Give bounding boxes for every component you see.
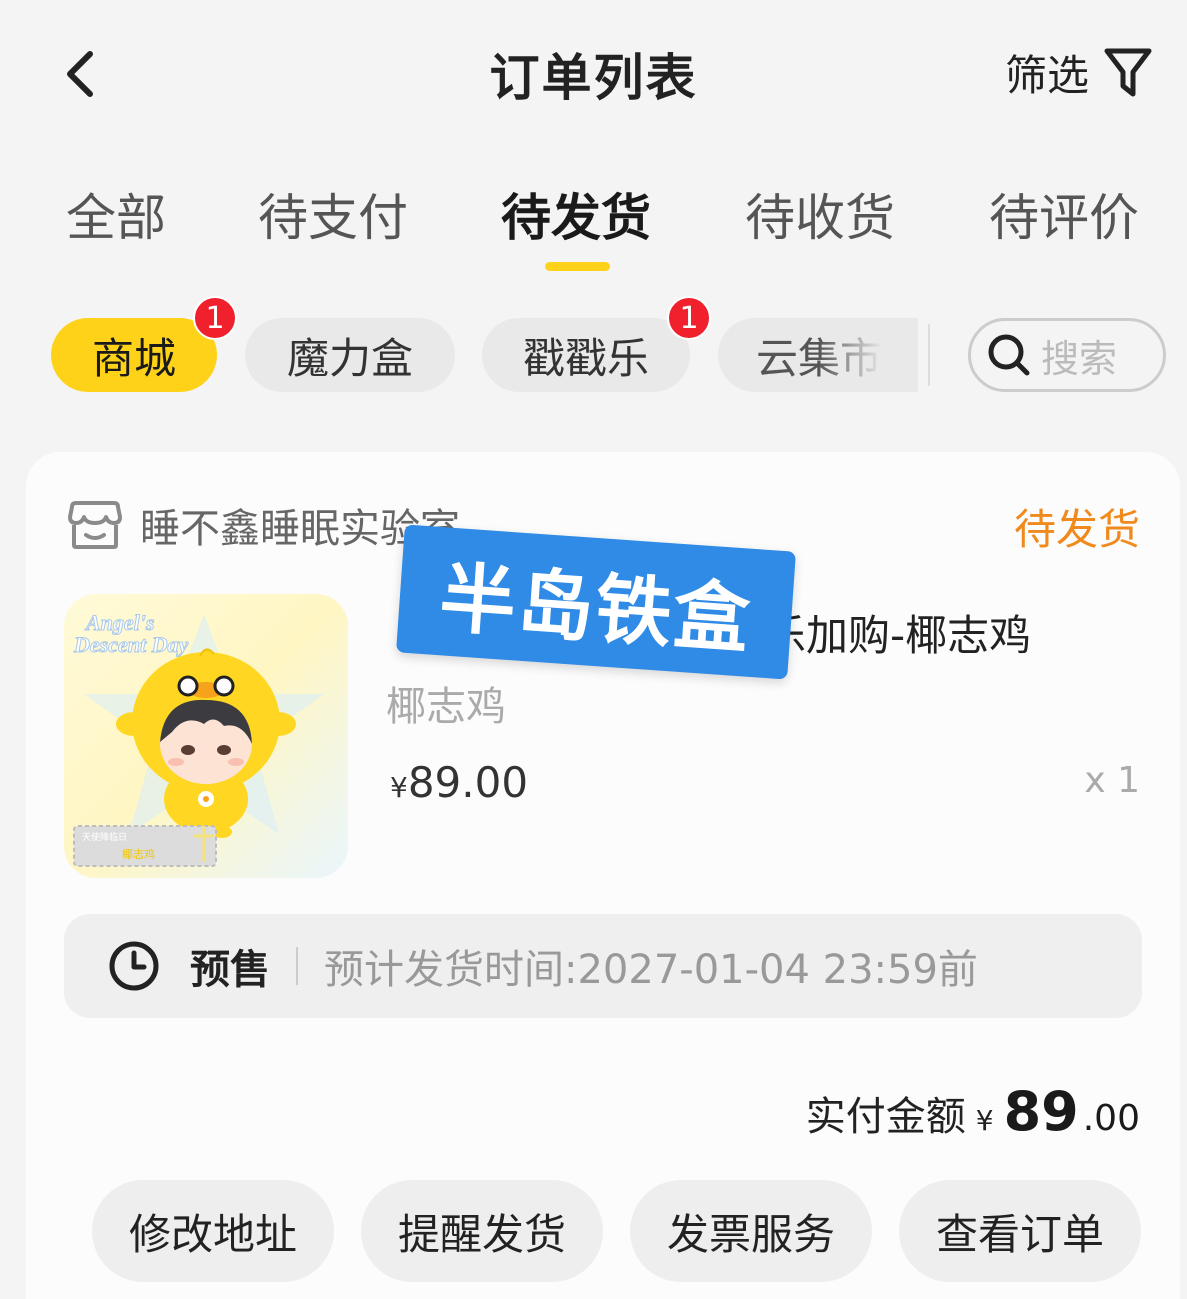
order-actions: 修改地址 提醒发货 发票服务 查看订单 [92, 1180, 1142, 1284]
product-image[interactable]: Angel's Descent Day 天使降临日 椰志鸡 [64, 594, 348, 878]
product-quantity: x 1 [1084, 760, 1140, 801]
image-name: 椰志鸡 [122, 847, 155, 861]
tab-pending-shipment[interactable]: 待发货 [501, 178, 651, 250]
category-chips: 商城 1 魔力盒 戳戳乐 1 云集市 搜索 [0, 296, 1187, 394]
order-total: 实付金额 ¥ 89 .00 [806, 1080, 1140, 1143]
estimated-ship-time: 预计发货时间:2027-01-04 23:59前 [324, 947, 978, 993]
search-icon [988, 334, 1030, 376]
product-price: ¥89.00 [390, 758, 528, 807]
presale-divider [296, 947, 298, 985]
chip-poke-fun[interactable]: 戳戳乐 [482, 318, 690, 392]
price-currency: ¥ [390, 771, 408, 804]
modify-address-button[interactable]: 修改地址 [92, 1180, 334, 1282]
total-decimal: .00 [1082, 1098, 1140, 1139]
presale-info: 预售 预计发货时间:2027-01-04 23:59前 [64, 914, 1142, 1018]
total-currency: ¥ [975, 1104, 994, 1137]
chip-poke-fun-badge: 1 [667, 296, 711, 340]
header: 订单列表 筛选 [0, 0, 1187, 150]
view-order-button[interactable]: 查看订单 [899, 1180, 1141, 1282]
chip-mall[interactable]: 商城 [51, 318, 217, 392]
image-caption-2: Descent Day [73, 632, 188, 657]
tab-pending-receipt[interactable]: 待收货 [745, 178, 895, 250]
chip-divider [928, 324, 930, 386]
total-label: 实付金额 [805, 1094, 966, 1140]
active-tab-indicator [545, 262, 610, 271]
remind-shipment-button[interactable]: 提醒发货 [361, 1180, 603, 1282]
chip-mall-badge: 1 [193, 296, 237, 340]
order-status: 待发货 [1013, 505, 1140, 554]
tab-pending-payment[interactable]: 待支付 [258, 178, 408, 250]
total-integer: 89 [1003, 1080, 1079, 1143]
chip-magic-box-label: 魔力盒 [286, 333, 413, 383]
shop-link[interactable]: 睡不鑫睡眠实验室 [66, 496, 460, 554]
clock-icon [109, 941, 159, 991]
chip-mall-label: 商城 [91, 333, 176, 383]
tab-pending-review[interactable]: 待评价 [989, 178, 1139, 250]
filter-button[interactable]: 筛选 [1005, 42, 1153, 103]
funnel-icon [1104, 48, 1152, 96]
chip-magic-box[interactable]: 魔力盒 [245, 318, 455, 392]
search-placeholder: 搜索 [1041, 336, 1118, 381]
presale-label: 预售 [190, 947, 270, 993]
price-value: 89.00 [407, 758, 529, 807]
invoice-service-button[interactable]: 发票服务 [630, 1180, 872, 1282]
chip-cloud-market[interactable]: 云集市 [718, 318, 918, 392]
search-input[interactable]: 搜索 [968, 318, 1166, 392]
product-spec: 椰志鸡 [386, 684, 506, 730]
chip-cloud-market-label: 云集市 [756, 333, 883, 383]
tab-all[interactable]: 全部 [66, 178, 166, 250]
filter-label: 筛选 [1004, 51, 1089, 100]
store-icon [68, 501, 122, 549]
product-illustration: Angel's Descent Day 天使降临日 椰志鸡 [73, 610, 324, 867]
product-title-text: 乐加购-椰志鸡 [764, 611, 1032, 660]
chip-poke-fun-label: 戳戳乐 [522, 333, 649, 383]
watermark-sticker: 半岛铁盒 [396, 524, 796, 680]
image-tag: 天使降临日 [82, 831, 127, 843]
